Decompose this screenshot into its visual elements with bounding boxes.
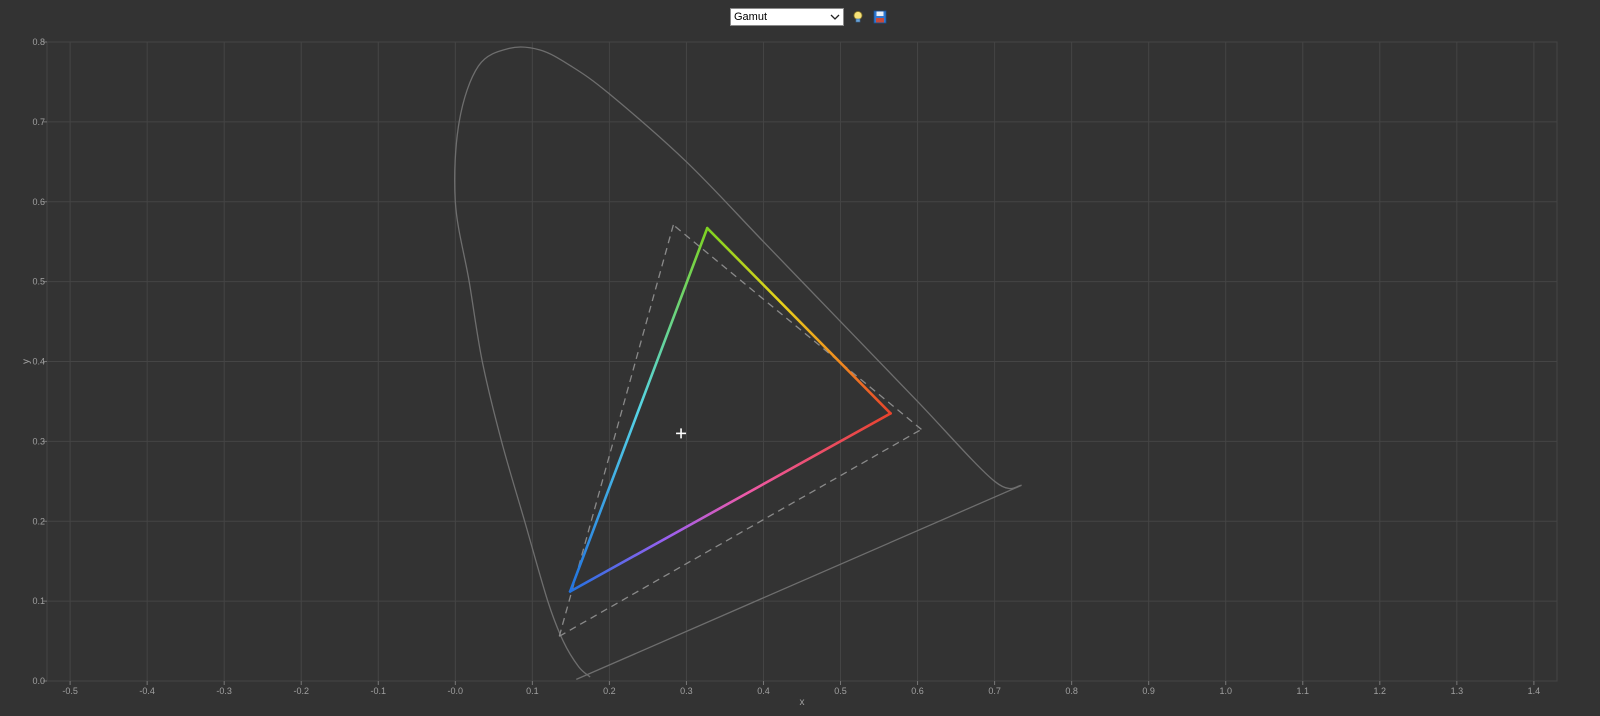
plot-area (454, 46, 1022, 680)
x-tick-label: 0.1 (526, 686, 539, 696)
x-tick-label: -0.3 (216, 686, 232, 696)
y-tick-label: 0.6 (32, 197, 45, 207)
y-tick-label: 0.8 (32, 37, 45, 47)
gamut-edge-red-green (705, 226, 892, 415)
x-tick-label: 0.2 (603, 686, 616, 696)
gamut-edge-blue-red (568, 412, 892, 593)
x-tick-label: -0.0 (448, 686, 464, 696)
x-tick-label: 0.7 (988, 686, 1001, 696)
x-tick-label: -0.4 (139, 686, 155, 696)
y-tick-label: 0.1 (32, 596, 45, 606)
y-tick-label: 0.7 (32, 117, 45, 127)
y-tick-label: 0.4 (32, 357, 45, 367)
x-tick-label: 1.3 (1451, 686, 1464, 696)
x-tick-label: 0.3 (680, 686, 693, 696)
x-tick-label: 0.9 (1142, 686, 1155, 696)
x-tick-label: 1.2 (1374, 686, 1387, 696)
reference-edge-red-green (672, 224, 922, 430)
x-tick-label: 0.8 (1065, 686, 1078, 696)
y-tick-label: 0.0 (32, 676, 45, 686)
x-tick-label: 1.4 (1528, 686, 1541, 696)
reference-edge-blue-red (558, 428, 922, 637)
x-tick-label: -0.5 (62, 686, 78, 696)
line-of-purples (576, 484, 1022, 680)
cie-chromaticity-chart: -0.5 -0.4 -0.3 -0.2 -0.1 -0.0 0.1 0.2 0.3 0.4 0.5 0… (21, 37, 1558, 708)
y-tick-label: 0.2 (32, 516, 45, 526)
x-tick-label: -0.1 (371, 686, 387, 696)
x-axis-label: x (800, 697, 805, 708)
y-tick-label: 0.3 (32, 436, 45, 446)
x-tick-label: 1.0 (1219, 686, 1232, 696)
x-tick-label: 0.6 (911, 686, 924, 696)
axis-ticks: -0.5 -0.4 -0.3 -0.2 -0.1 -0.0 0.1 0.2 0.3 0.4 0.5 0… (32, 37, 1540, 696)
x-tick-label: -0.2 (293, 686, 309, 696)
y-tick-label: 0.5 (32, 277, 45, 287)
x-tick-label: 0.4 (757, 686, 770, 696)
x-tick-label: 0.5 (834, 686, 847, 696)
y-axis-label: y (21, 359, 32, 364)
x-tick-label: 1.1 (1297, 686, 1310, 696)
grid (46, 41, 1558, 682)
